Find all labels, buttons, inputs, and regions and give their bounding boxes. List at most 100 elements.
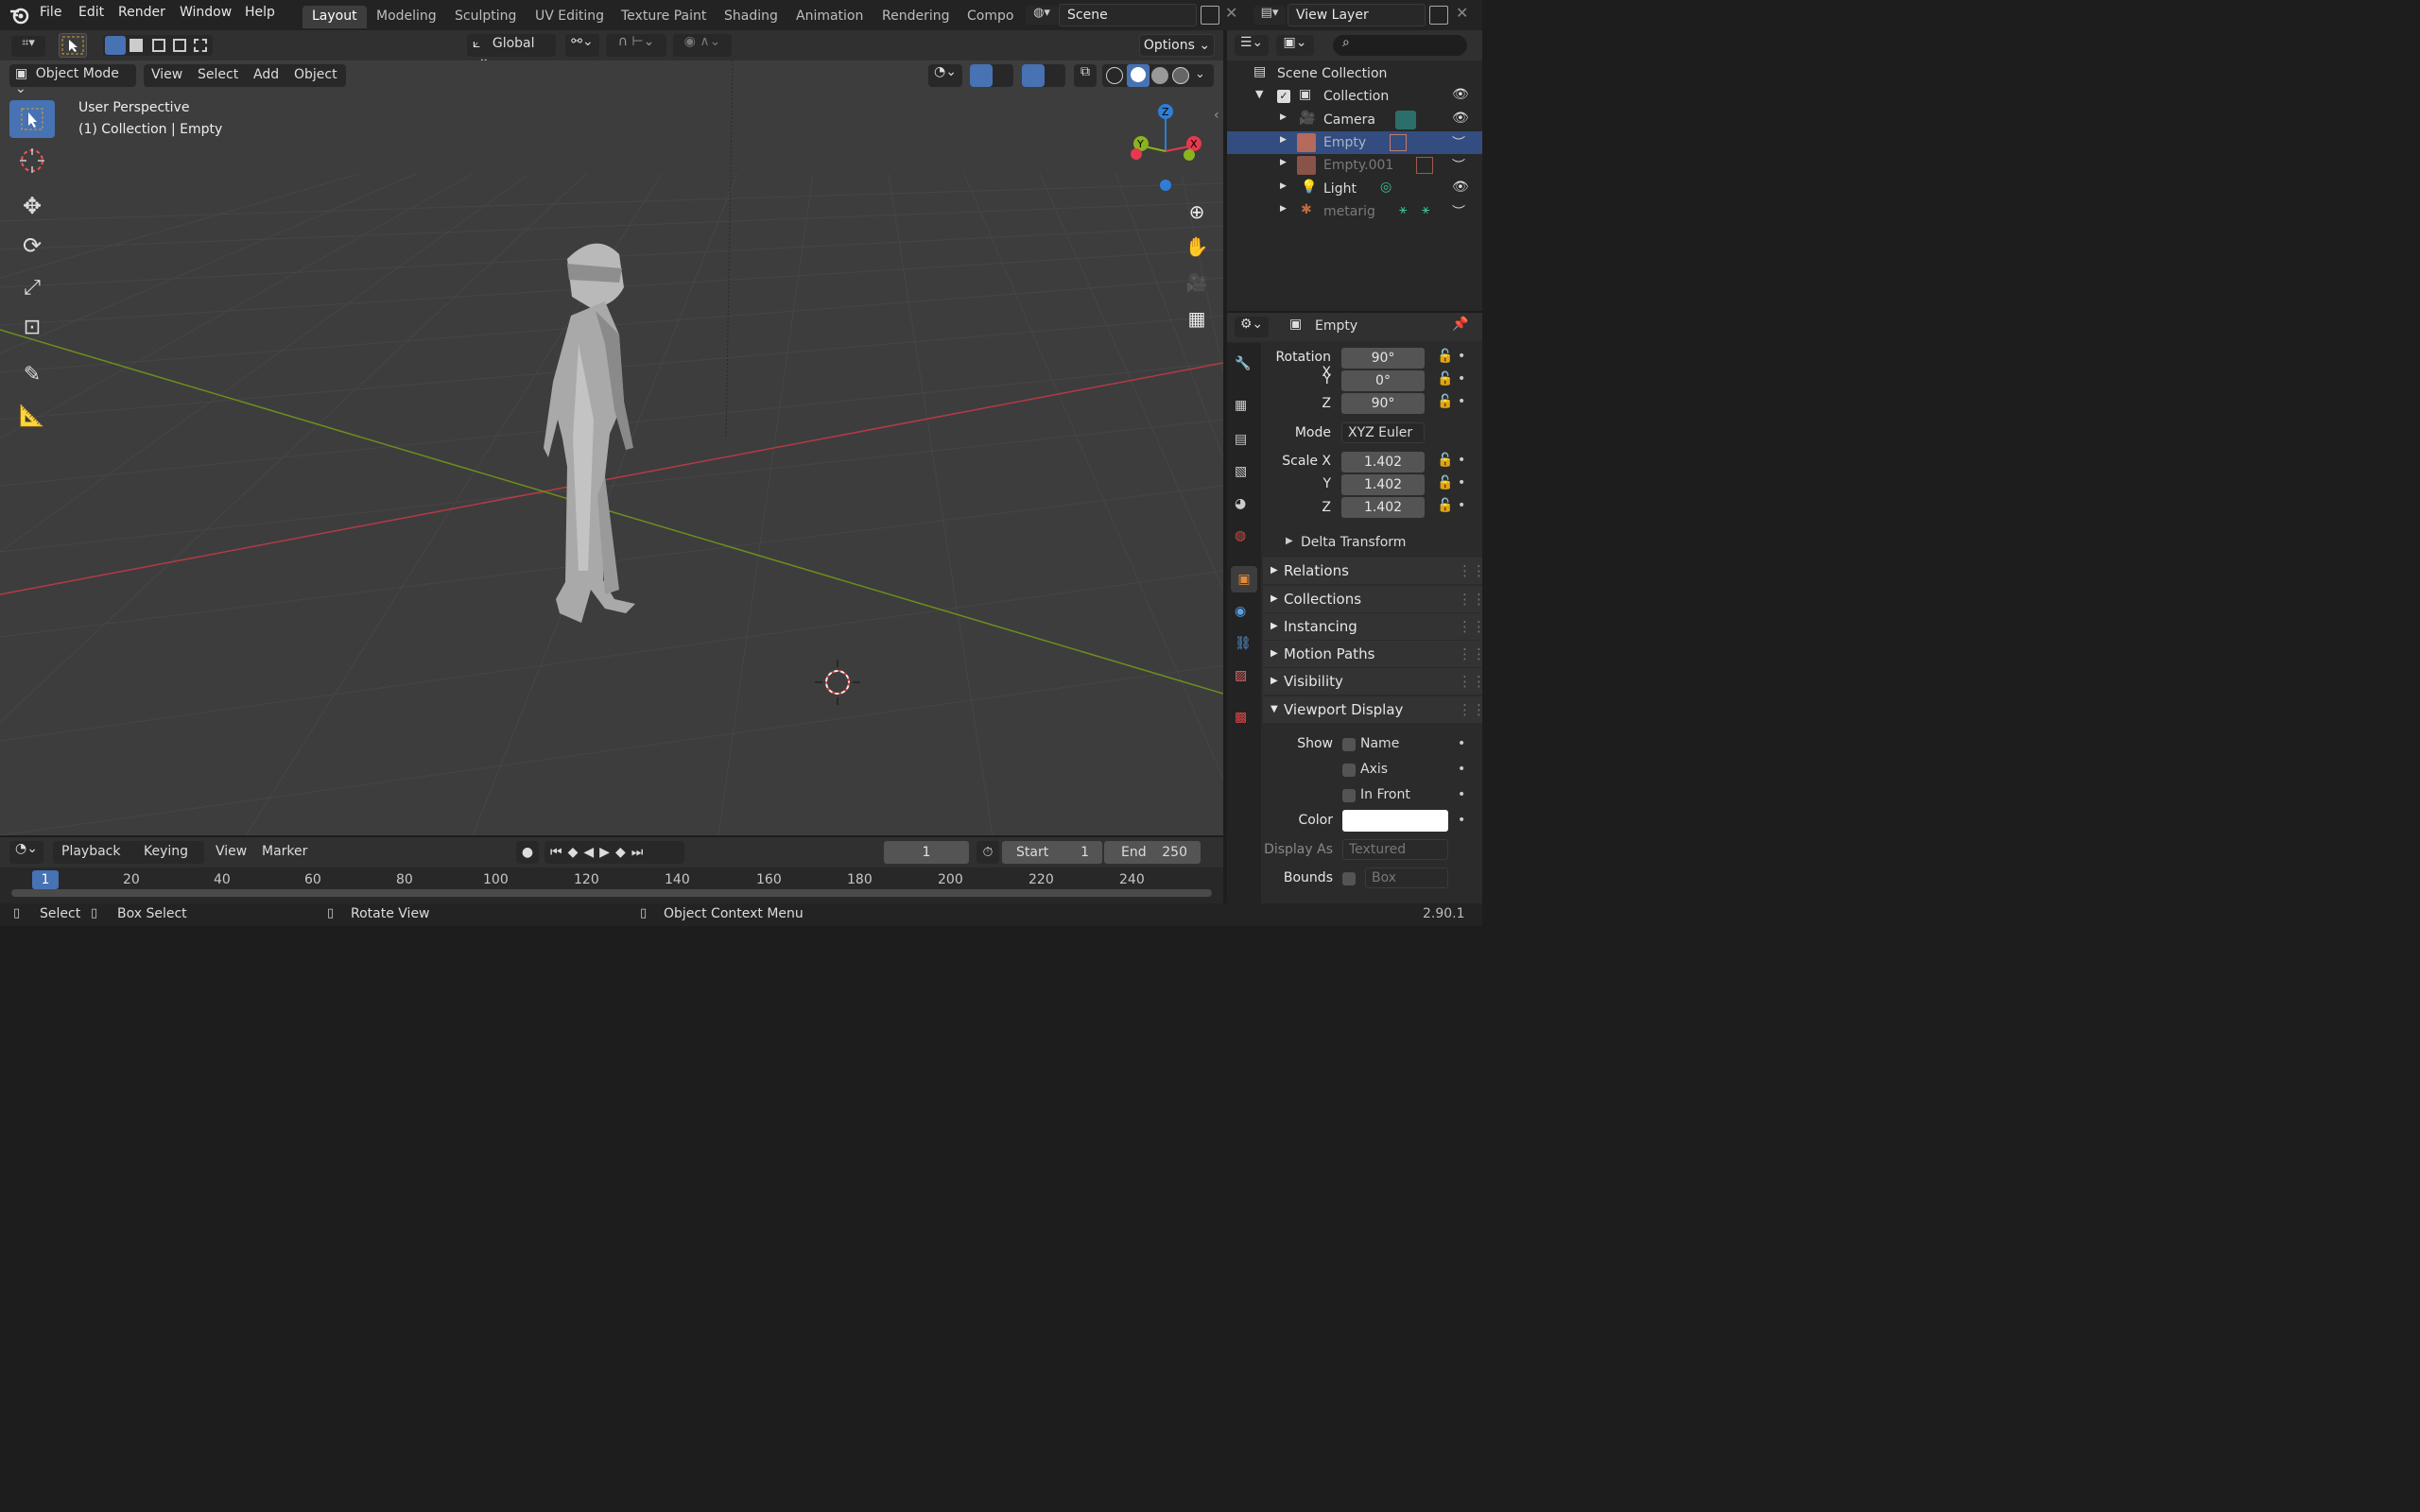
lock-icon[interactable]: 🔓: [1437, 453, 1453, 468]
menu-marker[interactable]: Marker: [262, 844, 307, 859]
keyframe-dot-icon[interactable]: •: [1458, 394, 1465, 409]
menu-edit[interactable]: Edit: [78, 5, 104, 20]
tab-compositing[interactable]: Compo: [958, 6, 1014, 28]
light-data-icon[interactable]: ◎: [1380, 180, 1392, 195]
viewport-display-panel[interactable]: ▼ Viewport Display ⋮⋮: [1263, 696, 1486, 723]
scale-x-field[interactable]: 1.402: [1341, 452, 1425, 472]
display-as-dropdown[interactable]: Textured: [1342, 839, 1448, 860]
eye-icon[interactable]: 👁: [1452, 87, 1469, 102]
eye-closed-icon[interactable]: ︶: [1452, 133, 1465, 152]
scale-z-field[interactable]: 1.402: [1341, 497, 1425, 518]
world-tab-icon[interactable]: ◍: [1235, 528, 1246, 543]
blender-logo-icon[interactable]: [9, 6, 30, 25]
timeline-scrollbar[interactable]: [11, 889, 1212, 897]
lock-icon[interactable]: 🔓: [1437, 349, 1453, 364]
menu-playback[interactable]: Playback: [61, 844, 120, 859]
outliner-row-empty[interactable]: ▶ Empty ︶: [1227, 131, 1482, 154]
keyframe-dot-icon[interactable]: •: [1458, 813, 1465, 828]
eye-closed-icon[interactable]: ︶: [1452, 156, 1465, 175]
prev-keyframe-icon[interactable]: ◆: [568, 845, 584, 860]
pivot-point-icon[interactable]: ⚯⌄: [565, 34, 599, 57]
select-tool-icon[interactable]: [59, 33, 87, 58]
scene-tab-icon[interactable]: ◕: [1235, 496, 1246, 511]
eye-icon[interactable]: 👁: [1452, 111, 1469, 126]
timeline-editor-type-icon[interactable]: ◔⌄: [9, 841, 43, 864]
menu-select[interactable]: Select: [198, 67, 238, 82]
mode-dropdown[interactable]: ▣ Object Mode ⌄: [9, 64, 136, 96]
keyframe-dot-icon[interactable]: •: [1458, 475, 1465, 490]
outliner-row-collection[interactable]: ▼ ✓ ▣ Collection 👁: [1227, 85, 1482, 108]
menu-window[interactable]: Window: [180, 5, 232, 20]
tab-animation[interactable]: Animation: [786, 6, 873, 28]
collections-panel[interactable]: ▶ Collections ⋮⋮: [1263, 586, 1486, 612]
lock-icon[interactable]: 🔓: [1437, 498, 1453, 513]
scene-browse-icon[interactable]: ◍▾: [1026, 6, 1058, 25]
eye-icon[interactable]: 👁: [1452, 180, 1469, 195]
overlays-toggle[interactable]: [1022, 64, 1065, 87]
pan-hand-icon[interactable]: ✋: [1183, 232, 1211, 261]
drag-handle-icon[interactable]: ⋮⋮: [1458, 668, 1486, 695]
new-scene-icon[interactable]: [1201, 6, 1219, 25]
expand-arrow-icon[interactable]: ▶: [1280, 112, 1287, 122]
new-view-layer-icon[interactable]: [1429, 6, 1448, 25]
scale-y-field[interactable]: 1.402: [1341, 474, 1425, 495]
color-swatch[interactable]: [1342, 810, 1448, 832]
selection-mode-extend-icon[interactable]: [130, 39, 143, 52]
tab-shading[interactable]: Shading: [715, 6, 787, 28]
rotation-x-field[interactable]: 90°: [1341, 348, 1425, 369]
cursor-tool-icon[interactable]: [9, 142, 55, 180]
chevron-down-icon[interactable]: ⌄: [1195, 67, 1205, 81]
rotation-y-field[interactable]: 0°: [1341, 370, 1425, 391]
outliner-search-input[interactable]: ⌕: [1333, 35, 1467, 56]
expand-arrow-icon[interactable]: ▶: [1280, 158, 1287, 167]
pin-icon[interactable]: 📌: [1452, 317, 1468, 332]
next-keyframe-icon[interactable]: ◆: [615, 845, 631, 860]
selection-mode-new-icon[interactable]: [105, 36, 126, 55]
tab-sculpting[interactable]: Sculpting: [445, 6, 526, 28]
keyframe-dot-icon[interactable]: •: [1458, 787, 1465, 802]
perspective-toggle-icon[interactable]: ▦: [1183, 304, 1211, 333]
select-box-tool-icon[interactable]: [9, 100, 55, 138]
delta-transform-subpanel[interactable]: Delta Transform: [1301, 535, 1406, 550]
view-layer-field[interactable]: View Layer: [1288, 4, 1426, 26]
outliner-editor-type-icon[interactable]: ☰⌄: [1235, 35, 1269, 56]
record-icon[interactable]: ●: [516, 841, 539, 864]
measure-tool-icon[interactable]: 📐: [9, 397, 55, 435]
annotate-tool-icon[interactable]: ✎: [9, 355, 55, 393]
menu-object[interactable]: Object: [294, 67, 337, 82]
outliner-row-light[interactable]: ▶ 💡 Light ◎ 👁: [1227, 178, 1482, 200]
eye-closed-icon[interactable]: ︶: [1452, 202, 1465, 221]
camera-data-icon[interactable]: [1395, 111, 1416, 129]
jump-start-icon[interactable]: ⏮: [550, 845, 568, 860]
render-tab-icon[interactable]: ▦: [1235, 398, 1247, 413]
rotation-z-field[interactable]: 90°: [1341, 393, 1425, 414]
visibility-selectability-icon[interactable]: ◔⌄: [928, 64, 962, 87]
move-tool-icon[interactable]: ✥: [9, 187, 55, 225]
scene-field[interactable]: Scene: [1059, 4, 1197, 26]
tool-tab-icon[interactable]: 🔧: [1235, 356, 1251, 371]
zoom-icon[interactable]: ⊕: [1183, 198, 1211, 226]
keyframe-dot-icon[interactable]: •: [1458, 762, 1465, 777]
tab-layout[interactable]: Layout: [302, 6, 367, 28]
solid-shading-icon[interactable]: [1127, 64, 1150, 87]
image-data-icon[interactable]: [1390, 134, 1407, 151]
texture-tab-icon[interactable]: ▩: [1235, 710, 1247, 725]
properties-editor-type-icon[interactable]: ⚙⌄: [1235, 317, 1269, 337]
sidebar-toggle-icon[interactable]: ‹: [1214, 108, 1219, 123]
exclude-checkbox[interactable]: ✓: [1277, 90, 1290, 103]
outliner-row-camera[interactable]: ▶ 🎥 Camera 👁: [1227, 109, 1482, 131]
gizmo-toggle[interactable]: [970, 64, 1013, 87]
object-tab-icon[interactable]: ▣: [1231, 566, 1257, 593]
rotation-mode-dropdown[interactable]: XYZ Euler ⌄: [1341, 422, 1425, 459]
selection-mode-intersect-icon[interactable]: [194, 39, 207, 52]
material-shading-icon[interactable]: [1151, 67, 1168, 84]
drag-handle-icon[interactable]: ⋮⋮: [1458, 558, 1486, 584]
lock-icon[interactable]: 🔓: [1437, 371, 1453, 387]
constraints-tab-icon[interactable]: ⛓: [1235, 636, 1252, 651]
outliner-row-metarig[interactable]: ▶ ✱ metarig ⚹ ⚹ ︶: [1227, 200, 1482, 223]
jump-end-icon[interactable]: ⏭: [631, 845, 649, 860]
expand-arrow-icon[interactable]: ▶: [1280, 204, 1287, 214]
bounds-checkbox[interactable]: [1342, 872, 1356, 885]
end-frame-field[interactable]: End 250: [1104, 841, 1201, 864]
editor-type-icon[interactable]: ⌗▾: [11, 36, 45, 57]
